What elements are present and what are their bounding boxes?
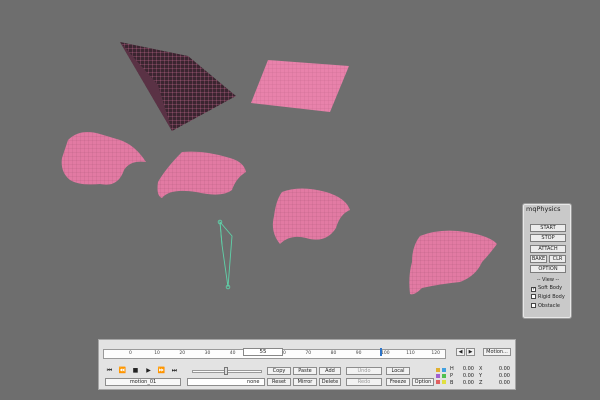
ruler-tick-label: 70 — [305, 351, 312, 356]
prev-key-button[interactable]: ◀ — [456, 348, 465, 356]
soft-body-checkbox[interactable]: ✓ Soft Body — [531, 285, 562, 292]
z-value[interactable]: 0.00 — [495, 380, 510, 386]
physics-panel: mqPhysics START STOP ATTACH BAKE CLR OPT… — [522, 203, 572, 319]
clr-button[interactable]: CLR — [549, 255, 566, 263]
cloth-mesh-4[interactable] — [157, 151, 247, 198]
option-button[interactable]: Option — [412, 378, 434, 386]
play-icon[interactable]: ▶ — [144, 367, 153, 375]
swatch[interactable] — [436, 368, 440, 372]
start-button[interactable]: START — [530, 224, 566, 232]
rigid-body-label: Rigid Body — [538, 294, 565, 300]
ruler-tick-label: 100 — [381, 351, 390, 356]
ruler-tick-label: 110 — [406, 351, 415, 356]
swatch[interactable] — [436, 374, 440, 378]
panel-title: mqPhysics — [526, 205, 561, 213]
h-value[interactable]: 0.00 — [459, 366, 474, 372]
ruler-tick-label: 30 — [204, 351, 211, 356]
cloth-mesh-6[interactable] — [409, 230, 497, 295]
ruler-tick-label: 40 — [229, 351, 236, 356]
ruler-tick-label: 10 — [154, 351, 160, 356]
checkbox-icon — [531, 303, 536, 308]
h-label: H — [450, 366, 454, 372]
swatch[interactable] — [442, 368, 446, 372]
undo-button[interactable]: Undo — [346, 367, 382, 375]
swatch[interactable] — [442, 380, 446, 384]
x-value[interactable]: 0.00 — [495, 366, 510, 372]
stop-icon[interactable]: ■ — [131, 367, 140, 375]
cloth-mesh-3[interactable] — [61, 132, 146, 185]
speed-slider-handle[interactable] — [224, 367, 228, 375]
copy-button[interactable]: Copy — [267, 367, 291, 375]
ruler-tick-label: 120 — [431, 351, 440, 356]
y-label: Y — [479, 373, 483, 379]
ruler-tick-label: 80 — [330, 351, 337, 356]
next-key-icon: ▶ — [468, 349, 473, 355]
step-back-icon[interactable]: ⏪ — [118, 367, 127, 375]
attach-button[interactable]: ATTACH — [530, 245, 566, 253]
delete-button[interactable]: Delete — [319, 378, 341, 386]
redo-button[interactable]: Redo — [346, 378, 382, 386]
ruler-tick-label: 20 — [179, 351, 186, 356]
cloth-mesh-1[interactable] — [120, 42, 236, 131]
add-button[interactable]: Add — [319, 367, 341, 375]
bake-button[interactable]: BAKE — [530, 255, 547, 263]
view-section-label: -- View -- — [536, 277, 560, 283]
freeze-button[interactable]: Freeze — [386, 378, 410, 386]
checkbox-icon — [531, 294, 536, 299]
local-button[interactable]: Local — [386, 367, 410, 375]
motion-button[interactable]: Motion... — [483, 348, 511, 356]
y-value[interactable]: 0.00 — [495, 373, 510, 379]
timeline-panel: 0102030405060708090100110120128 55 ◀ ▶ M… — [98, 339, 516, 390]
step-forward-icon[interactable]: ⏩ — [157, 367, 166, 375]
jump-to-end-icon[interactable]: ⏭ — [170, 367, 179, 375]
cloth-mesh-5[interactable] — [272, 188, 350, 245]
obstacle-label: Obstacle — [538, 303, 560, 309]
ruler-tick-label: 0 — [129, 351, 132, 356]
next-key-button[interactable]: ▶ — [466, 348, 475, 356]
checkbox-checked-icon: ✓ — [531, 286, 537, 292]
motion-select[interactable]: motion_01 — [105, 378, 181, 386]
soft-body-label: Soft Body — [538, 285, 563, 291]
paste-button[interactable]: Paste — [293, 367, 317, 375]
b-value[interactable]: 0.00 — [459, 380, 474, 386]
p-label: P — [450, 373, 454, 379]
prev-key-icon: ◀ — [458, 349, 463, 355]
mirror-button[interactable]: Mirror — [293, 378, 317, 386]
ruler-tick-label: 90 — [355, 351, 362, 356]
p-value[interactable]: 0.00 — [459, 373, 474, 379]
frame-marker — [380, 348, 382, 356]
color-swatch-grid[interactable] — [436, 367, 448, 385]
swatch[interactable] — [436, 380, 440, 384]
skeleton-bone[interactable] — [217, 219, 233, 290]
rewind-to-start-icon[interactable]: ⏮ — [105, 367, 114, 375]
swatch[interactable] — [442, 374, 446, 378]
reset-button[interactable]: Reset — [267, 378, 291, 386]
slot-value: none — [247, 379, 260, 385]
cloth-mesh-2[interactable] — [251, 60, 349, 112]
rigid-body-checkbox[interactable]: Rigid Body — [531, 294, 565, 301]
stop-button[interactable]: STOP — [530, 234, 566, 242]
x-label: X — [479, 366, 483, 372]
current-frame-field[interactable]: 55 — [243, 348, 283, 356]
z-label: Z — [479, 380, 483, 386]
obstacle-checkbox[interactable]: Obstacle — [531, 303, 560, 310]
b-label: B — [450, 380, 454, 386]
option-button[interactable]: OPTION — [530, 265, 566, 273]
